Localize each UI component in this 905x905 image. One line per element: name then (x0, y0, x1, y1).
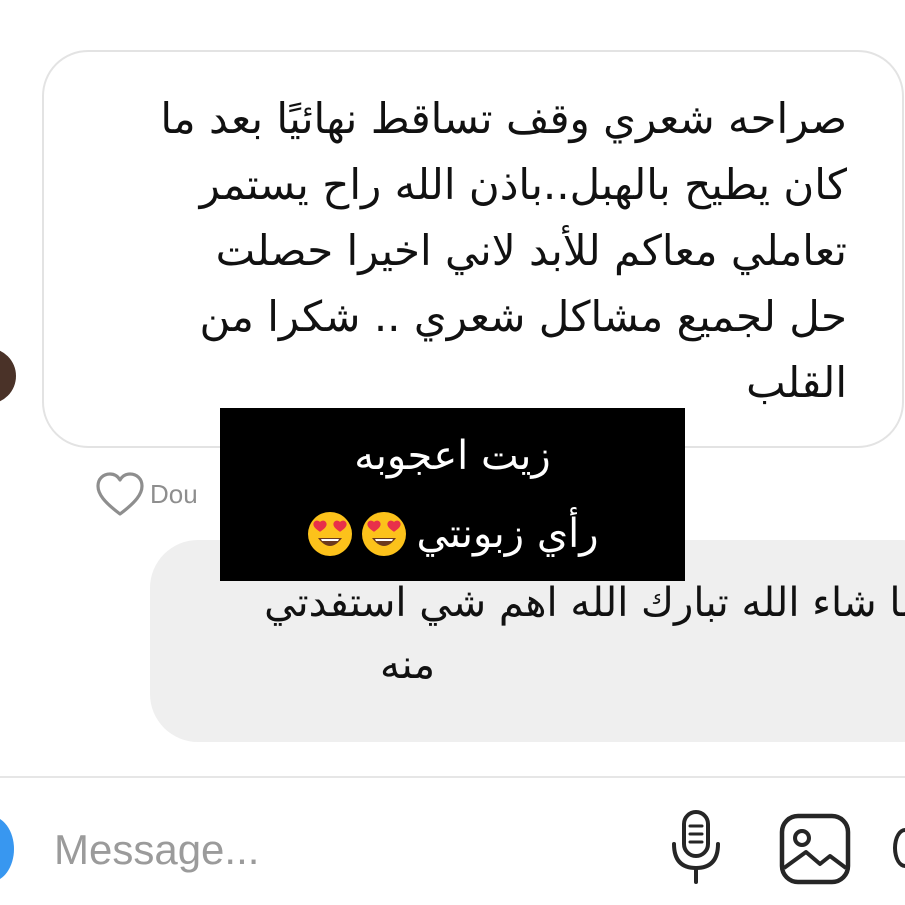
received-message-line: حل لجميع مشاكل شعري .. شكرا من (199, 292, 847, 341)
promo-overlay-box: زيت اعجوبه رأي زبونتي (220, 408, 685, 581)
heart-eyes-icon (362, 512, 407, 556)
overlay-title: زيت اعجوبه (354, 433, 551, 479)
overlay-subtitle: رأي زبونتي (416, 511, 599, 557)
gallery-icon[interactable] (776, 810, 854, 888)
message-input[interactable] (54, 818, 614, 882)
received-message-line: القلب (746, 358, 847, 407)
received-message-line: كان يطيح بالهبل..باذن الله راح يستمر (199, 160, 847, 209)
sent-message-text: ما شاء الله تبارك الله اهم شي استفدتي من… (185, 572, 905, 696)
sticker-icon[interactable] (893, 828, 905, 868)
sent-message-line: منه (380, 642, 435, 688)
heart-icon[interactable] (94, 470, 146, 518)
like-reaction-row[interactable]: Dou (94, 470, 208, 518)
sent-message-line: ما شاء الله تبارك الله اهم شي استفدتي (264, 580, 905, 626)
microphone-icon[interactable] (664, 806, 728, 888)
heart-eyes-icon (308, 512, 353, 556)
composer-divider (0, 776, 905, 778)
received-message-line: تعاملي معاكم للأبد لاني اخيرا حصلت (215, 226, 847, 275)
sender-avatar[interactable] (0, 348, 16, 404)
camera-icon[interactable] (0, 816, 14, 882)
received-message-text: صراحه شعري وقف تساقط نهائيًا بعد ما كان … (67, 86, 847, 416)
emoji-group (306, 510, 408, 558)
overlay-subtitle-row: رأي زبونتي (220, 506, 685, 562)
received-message-line: صراحه شعري وقف تساقط نهائيًا بعد ما (160, 94, 847, 143)
like-label: Dou (150, 478, 198, 509)
